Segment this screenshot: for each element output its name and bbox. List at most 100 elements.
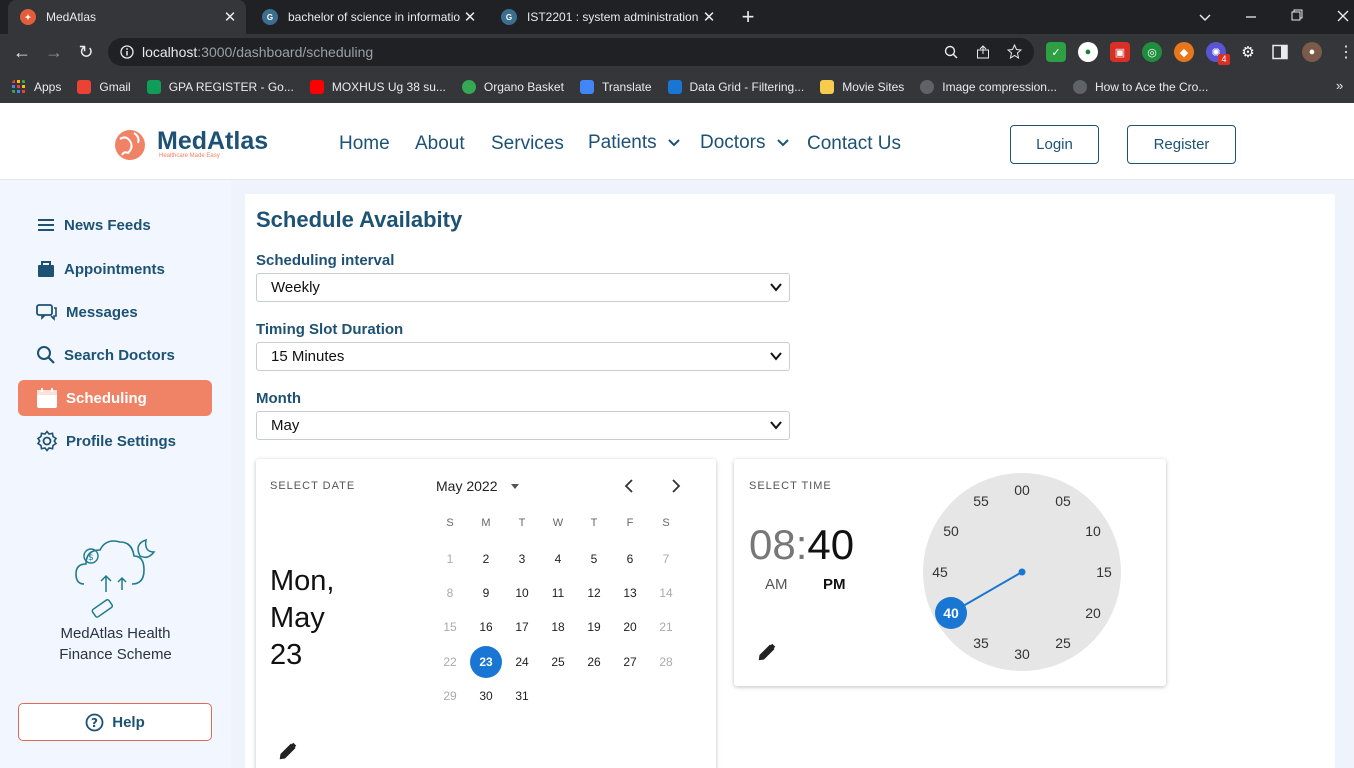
calendar-day-12[interactable]: 12 bbox=[578, 577, 610, 609]
calendar-day-27[interactable]: 27 bbox=[614, 646, 646, 678]
calendar-day-20[interactable]: 20 bbox=[614, 611, 646, 643]
slot-duration-select[interactable]: 15 Minutes bbox=[256, 342, 790, 371]
calendar-day-11[interactable]: 11 bbox=[542, 577, 574, 609]
profile-avatar-icon[interactable]: ● bbox=[1302, 42, 1322, 62]
clock-minute-50[interactable]: 50 bbox=[938, 521, 964, 541]
edit-pencil-icon[interactable] bbox=[757, 642, 777, 662]
address-bar[interactable]: localhost:3000/dashboard/scheduling bbox=[108, 38, 1034, 66]
sidebar-item-messages[interactable]: Messages bbox=[18, 294, 212, 330]
extension-icon[interactable]: ▣ bbox=[1110, 42, 1130, 62]
login-button[interactable]: Login bbox=[1010, 125, 1099, 164]
more-bookmarks-icon[interactable]: » bbox=[1336, 78, 1343, 93]
extension-icon[interactable]: ● bbox=[1078, 42, 1098, 62]
calendar-day-9[interactable]: 9 bbox=[470, 577, 502, 609]
bookmark-data-grid[interactable]: Data Grid - Filtering... bbox=[667, 79, 804, 94]
bookmark-moxhus[interactable]: MOXHUS Ug 38 su... bbox=[309, 79, 446, 94]
close-window-icon[interactable] bbox=[1336, 9, 1350, 23]
medatlas-logo[interactable] bbox=[112, 125, 152, 165]
sidebar-item-scheduling[interactable]: Scheduling bbox=[18, 380, 212, 416]
next-month-icon[interactable] bbox=[669, 478, 683, 494]
calendar-day-13[interactable]: 13 bbox=[614, 577, 646, 609]
clock-minute-55[interactable]: 55 bbox=[968, 491, 994, 511]
bookmark-movie-sites[interactable]: Movie Sites bbox=[820, 79, 904, 94]
help-button[interactable]: ? Help bbox=[18, 703, 212, 741]
calendar-day-18[interactable]: 18 bbox=[542, 611, 574, 643]
reload-icon[interactable]: ↻ bbox=[72, 34, 100, 70]
tab-ist2201[interactable]: G IST2201 : system administration - ✕ bbox=[489, 0, 725, 34]
previous-month-icon[interactable] bbox=[622, 478, 636, 494]
chevron-down-icon[interactable] bbox=[1198, 10, 1212, 24]
bookmark-gmail[interactable]: Gmail bbox=[77, 79, 131, 94]
am-toggle[interactable]: AM bbox=[765, 576, 788, 593]
bookmark-image-compression[interactable]: Image compression... bbox=[920, 79, 1057, 94]
clock-minute-30[interactable]: 30 bbox=[1009, 644, 1035, 664]
close-tab-icon[interactable]: ✕ bbox=[699, 8, 719, 26]
close-tab-icon[interactable]: ✕ bbox=[220, 8, 240, 26]
sidebar-item-appointments[interactable]: Appointments bbox=[18, 251, 212, 287]
calendar-day-30[interactable]: 30 bbox=[470, 680, 502, 712]
calendar-day-3[interactable]: 3 bbox=[506, 543, 538, 575]
nav-contact-link[interactable]: Contact Us bbox=[807, 133, 901, 155]
clock-minute-25[interactable]: 25 bbox=[1050, 633, 1076, 653]
sidebar-item-news-feeds[interactable]: News Feeds bbox=[18, 207, 212, 243]
new-tab-button[interactable]: + bbox=[736, 4, 760, 30]
shield-extension-icon[interactable]: ✓ bbox=[1046, 42, 1066, 62]
extension-icon[interactable]: ◎ bbox=[1142, 42, 1162, 62]
nav-home-link[interactable]: Home bbox=[339, 133, 390, 155]
clock-minute-35[interactable]: 35 bbox=[968, 633, 994, 653]
nav-about-link[interactable]: About bbox=[415, 133, 465, 155]
tab-medatlas[interactable]: ✦ MedAtlas ✕ bbox=[8, 0, 246, 34]
calendar-day-25[interactable]: 25 bbox=[542, 646, 574, 678]
calendar-day-19[interactable]: 19 bbox=[578, 611, 610, 643]
restore-icon[interactable] bbox=[1290, 8, 1304, 22]
clock-minute-10[interactable]: 10 bbox=[1080, 521, 1106, 541]
interval-select[interactable]: Weekly bbox=[256, 273, 790, 302]
zoom-icon[interactable] bbox=[944, 45, 958, 59]
clock-minute-20[interactable]: 20 bbox=[1080, 603, 1106, 623]
menu-kebab-icon[interactable]: ⋮ bbox=[1338, 42, 1354, 62]
side-panel-icon[interactable] bbox=[1272, 44, 1288, 60]
forward-arrow-icon[interactable]: → bbox=[40, 34, 68, 70]
calendar-day-6[interactable]: 6 bbox=[614, 543, 646, 575]
register-button[interactable]: Register bbox=[1127, 125, 1236, 164]
calendar-day-23[interactable]: 23 bbox=[470, 645, 502, 678]
bookmark-organo-basket[interactable]: Organo Basket bbox=[461, 79, 564, 94]
clock-minute-15[interactable]: 15 bbox=[1091, 562, 1117, 582]
calendar-day-17[interactable]: 17 bbox=[506, 611, 538, 643]
bookmark-how-to-ace[interactable]: How to Ace the Cro... bbox=[1072, 79, 1208, 94]
calendar-day-16[interactable]: 16 bbox=[470, 611, 502, 643]
close-tab-icon[interactable]: ✕ bbox=[460, 8, 480, 26]
hour-value[interactable]: 08 bbox=[749, 521, 796, 569]
tab-bachelor[interactable]: G bachelor of science in informatio ✕ bbox=[250, 0, 486, 34]
edit-pencil-icon[interactable] bbox=[278, 741, 298, 761]
bookmark-gpa-register[interactable]: GPA REGISTER - Go... bbox=[146, 79, 294, 94]
clock-minute-45[interactable]: 45 bbox=[927, 562, 953, 582]
clock-minute-00[interactable]: 00 bbox=[1009, 480, 1035, 500]
sidebar-item-profile-settings[interactable]: Profile Settings bbox=[18, 423, 212, 459]
month-select[interactable]: May bbox=[256, 411, 790, 440]
metamask-icon[interactable]: ◆ bbox=[1174, 42, 1194, 62]
site-info-icon[interactable] bbox=[120, 45, 134, 59]
clock-minute-05[interactable]: 05 bbox=[1050, 491, 1076, 511]
puzzle-icon[interactable]: ⚙ bbox=[1238, 42, 1258, 62]
month-year-switcher[interactable]: May 2022 bbox=[436, 478, 521, 494]
bookmark-apps[interactable]: Apps bbox=[12, 79, 61, 94]
pm-toggle[interactable]: PM bbox=[823, 576, 846, 593]
calendar-day-2[interactable]: 2 bbox=[470, 543, 502, 575]
clock-face[interactable]: 00 05 10 15 20 25 30 35 40 45 50 55 bbox=[923, 473, 1121, 671]
bookmark-star-icon[interactable] bbox=[1007, 44, 1022, 59]
minute-value[interactable]: 40 bbox=[807, 521, 854, 569]
calendar-day-31[interactable]: 31 bbox=[506, 680, 538, 712]
calendar-day-26[interactable]: 26 bbox=[578, 646, 610, 678]
minimize-icon[interactable] bbox=[1244, 10, 1258, 24]
nav-services-link[interactable]: Services bbox=[491, 133, 564, 155]
calendar-day-5[interactable]: 5 bbox=[578, 543, 610, 575]
calendar-day-24[interactable]: 24 bbox=[506, 646, 538, 678]
share-icon[interactable] bbox=[976, 45, 990, 59]
calendar-day-4[interactable]: 4 bbox=[542, 543, 574, 575]
bookmark-translate[interactable]: Translate bbox=[579, 79, 652, 94]
nav-doctors-dropdown[interactable]: Doctors bbox=[700, 132, 789, 154]
nav-patients-dropdown[interactable]: Patients bbox=[588, 132, 680, 154]
clock-minute-40[interactable]: 40 bbox=[938, 603, 964, 623]
sidebar-item-search-doctors[interactable]: Search Doctors bbox=[18, 337, 212, 373]
